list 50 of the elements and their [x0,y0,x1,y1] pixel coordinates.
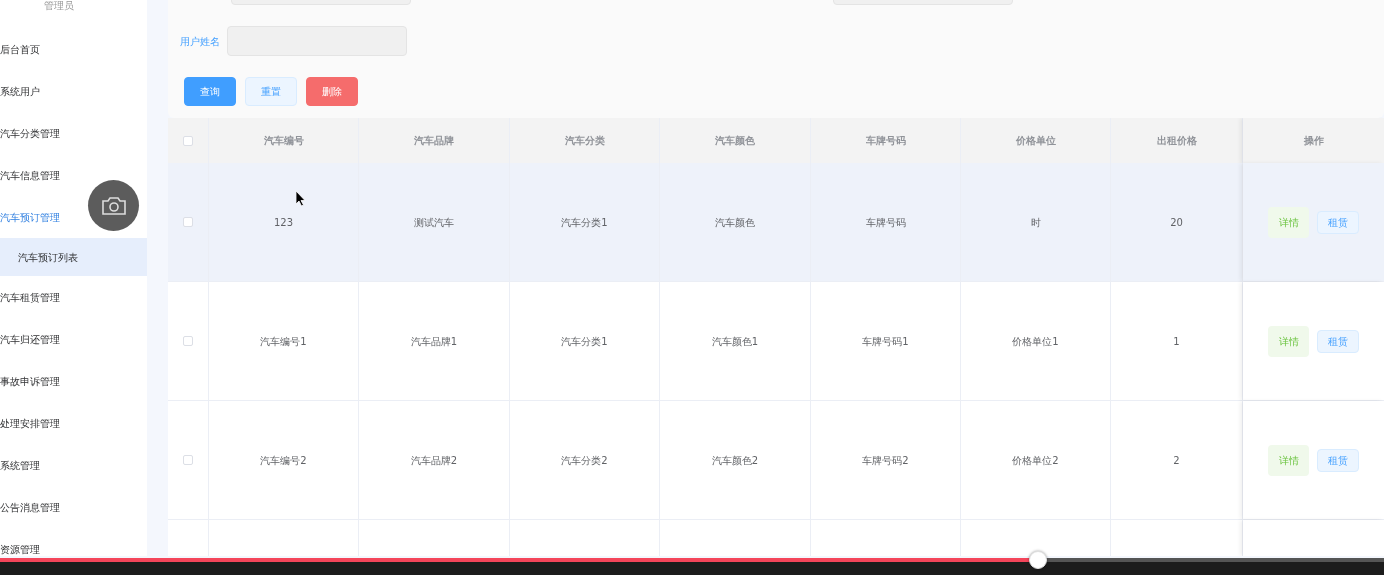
table-cell-text: 车牌号码2 [862,453,909,468]
table-cell-text: 1 [1173,334,1180,349]
column-header: 出租价格 [1156,134,1197,148]
menu-item[interactable]: 后台首页 [0,41,40,57]
checkbox[interactable] [183,135,193,146]
table-cell-text: 汽车编号1 [260,334,307,349]
menu-item[interactable]: 处理安排管理 [0,415,60,431]
column-header: 汽车分类 [564,134,605,148]
column-header: 汽车品牌 [414,134,454,148]
column-header: 汽车编号 [263,134,304,148]
table-cell-text: 汽车编号2 [260,453,307,468]
table-cell-text: 汽车品牌2 [410,453,458,468]
menu-item[interactable]: 汽车分类管理 [0,125,60,141]
menu-item[interactable]: 汽车信息管理 [0,167,60,183]
menu-item[interactable]: 公告消息管理 [0,499,60,515]
table-cell-text: 123 [273,215,294,230]
table-cell-text: 价格单位2 [1012,453,1059,468]
checkbox[interactable] [183,336,193,346]
menu-item[interactable]: 系统用户 [0,83,40,99]
menu-item[interactable]: 汽车租赁管理 [0,289,60,305]
checkbox[interactable] [183,217,193,227]
column-header: 操作 [1303,134,1324,148]
menu-item[interactable]: 系统管理 [0,457,40,473]
column-header: 价格单位 [1015,134,1056,148]
menu-item[interactable]: 事故申诉管理 [0,373,60,389]
table-cell-text: 汽车颜色 [715,215,755,230]
table-cell-text: 价格单位1 [1012,334,1059,349]
table-cell-text: 时 [1030,215,1041,230]
menu-item[interactable]: 资源管理 [0,541,40,556]
table-cell-text: 20 [1170,215,1183,230]
table-cell-text: 汽车颜色2 [711,453,759,468]
table-cell-text: 车牌号码 [865,215,906,230]
cursor-icon [296,191,306,206]
checkbox[interactable] [183,455,193,465]
table-cell-text: 汽车分类1 [561,215,608,230]
sidebar-title: 管理员 [44,0,74,12]
column-header: 车牌号码 [865,134,906,148]
table-cell-text: 2 [1173,453,1180,468]
table-cell-text: 汽车颜色1 [711,334,759,349]
menu-item[interactable]: 汽车预订管理 [0,209,60,225]
table-cell-text: 汽车分类1 [561,334,608,349]
column-header: 汽车颜色 [715,134,755,148]
table-cell-text: 车牌号码1 [862,334,909,349]
table-cell-text: 汽车品牌1 [410,334,458,349]
table-cell-text: 汽车分类2 [561,453,608,468]
submenu-item[interactable]: 汽车预订列表 [0,238,147,276]
table-cell-text: 测试汽车 [414,215,454,230]
menu-item[interactable]: 汽车归还管理 [0,331,60,347]
camera-icon [100,195,127,216]
field-label: 用户姓名 [180,34,220,49]
